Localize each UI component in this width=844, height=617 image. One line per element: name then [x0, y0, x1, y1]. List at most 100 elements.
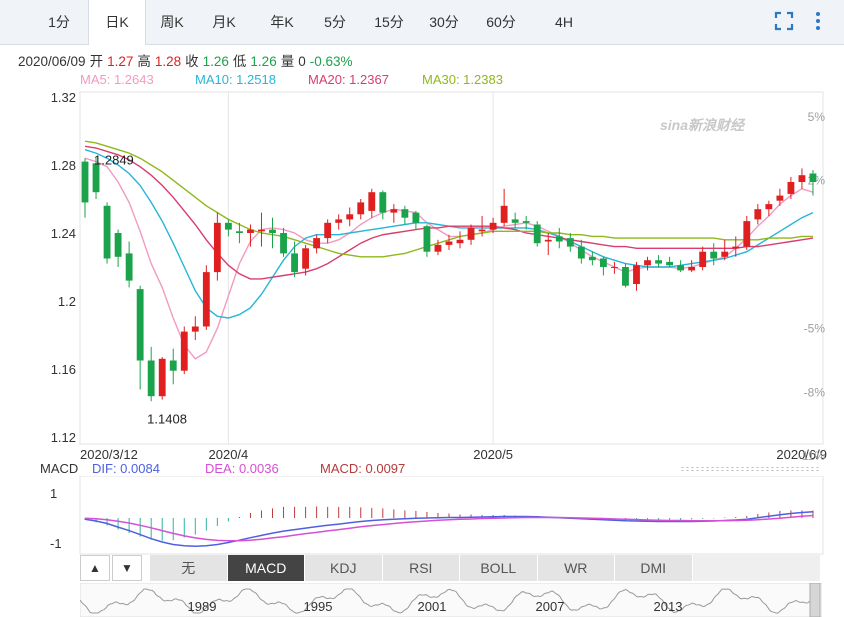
indicator-button-2[interactable]: KDJ [305, 555, 383, 581]
candle[interactable] [533, 221, 541, 247]
candle[interactable] [191, 316, 199, 341]
macd-plot-frame [79, 476, 824, 555]
candle-body [191, 326, 199, 332]
candle[interactable] [335, 214, 343, 230]
candle[interactable] [577, 239, 585, 264]
candle-body [566, 238, 574, 247]
candle[interactable] [269, 217, 276, 249]
extreme-annotation: 1.2849 [94, 153, 134, 168]
candle-body [633, 265, 640, 284]
dotted-handle[interactable] [680, 466, 820, 472]
candle-body [765, 204, 773, 210]
candle[interactable] [787, 176, 795, 199]
candle[interactable] [555, 227, 563, 249]
candle-body [202, 272, 210, 327]
indicator-button-5[interactable]: WR [537, 555, 615, 581]
indicator-button-3[interactable]: RSI [382, 555, 460, 581]
candle-body [677, 265, 685, 271]
candle-body [511, 219, 519, 223]
candlestick-chart[interactable]: 1.32 1.28 1.24 1.2 1.16 1.12 2020/3/12 2020/4 20… [0, 0, 844, 460]
candle[interactable] [390, 204, 398, 223]
candle[interactable] [699, 246, 707, 271]
candle[interactable] [357, 199, 365, 220]
candle[interactable] [213, 212, 221, 281]
candle[interactable] [423, 224, 431, 257]
candle-body [412, 212, 420, 223]
candle-body [169, 360, 177, 371]
candle[interactable] [666, 256, 674, 267]
overview-year-label: 2001 [418, 599, 447, 614]
candle[interactable] [291, 241, 298, 278]
y-tick-label: 1.28 [51, 158, 76, 173]
y-tick-label: 1.2 [58, 294, 76, 309]
sina-watermark: sina新浪财经 [660, 117, 746, 133]
scroll-up-button[interactable]: ▲ [80, 555, 110, 581]
candle[interactable] [566, 233, 574, 252]
candle[interactable] [611, 261, 618, 274]
candle[interactable] [224, 219, 232, 237]
candle[interactable] [599, 256, 607, 276]
candle[interactable] [313, 234, 321, 254]
candle-body [346, 214, 354, 220]
candle[interactable] [456, 231, 464, 249]
candle[interactable] [280, 227, 287, 257]
candle-body [147, 360, 155, 397]
candle[interactable] [180, 326, 188, 375]
overview-year-label: 1995 [304, 599, 333, 614]
candle[interactable] [379, 190, 387, 220]
candle-body [313, 238, 321, 249]
candle[interactable] [754, 204, 762, 225]
candle[interactable] [655, 255, 662, 267]
candle-body [599, 258, 607, 267]
percent-tick-label: -8% [804, 385, 826, 399]
candle[interactable] [622, 263, 629, 288]
candle-body [379, 192, 387, 213]
indicator-bar-filler [692, 555, 820, 581]
candle[interactable] [500, 188, 508, 227]
candle[interactable] [743, 216, 751, 250]
y-tick-label: 1.24 [51, 226, 76, 241]
candle[interactable] [147, 346, 155, 402]
y-tick-label: 1.16 [51, 362, 76, 377]
candle[interactable] [644, 256, 651, 271]
candle[interactable] [412, 210, 420, 230]
candle-body [390, 209, 398, 213]
indicator-button-0[interactable]: 无 [150, 555, 228, 581]
y-tick-label: 1.12 [51, 430, 76, 445]
candle-body [324, 222, 332, 239]
candle[interactable] [258, 212, 265, 247]
candle-body [235, 231, 243, 233]
macd-value-legend: MACD: 0.0097 [320, 461, 406, 476]
candle[interactable] [136, 285, 144, 390]
overview-range-handle[interactable] [809, 583, 821, 617]
scroll-down-button[interactable]: ▼ [112, 555, 142, 581]
candle[interactable] [368, 188, 376, 218]
candle[interactable] [81, 158, 89, 218]
candle[interactable] [169, 348, 177, 385]
history-overview[interactable]: 1989 1995 2001 2007 2013 [80, 583, 822, 617]
candle[interactable] [346, 207, 354, 227]
dea-legend: DEA: 0.0036 [205, 461, 279, 476]
candle[interactable] [776, 188, 784, 206]
macd-title: MACD [40, 461, 79, 476]
candle[interactable] [401, 205, 409, 225]
candle[interactable] [511, 212, 519, 228]
candle-body [478, 229, 486, 232]
candle[interactable] [798, 168, 806, 189]
candle[interactable] [710, 243, 718, 266]
overview-year-label: 2007 [536, 599, 565, 614]
dif-legend: DIF: 0.0084 [92, 461, 160, 476]
indicator-button-6[interactable]: DMI [615, 555, 693, 581]
macd-chart[interactable]: 1 -1 [0, 476, 844, 556]
candle[interactable] [202, 265, 210, 330]
candle[interactable] [103, 202, 111, 264]
candle[interactable] [633, 261, 640, 291]
candle[interactable] [324, 219, 332, 244]
candle[interactable] [158, 357, 166, 400]
candle[interactable] [125, 241, 133, 288]
indicator-button-1[interactable]: MACD [227, 555, 305, 581]
candle[interactable] [677, 260, 685, 273]
candle[interactable] [114, 229, 122, 267]
candle[interactable] [588, 251, 596, 266]
indicator-button-4[interactable]: BOLL [460, 555, 538, 581]
